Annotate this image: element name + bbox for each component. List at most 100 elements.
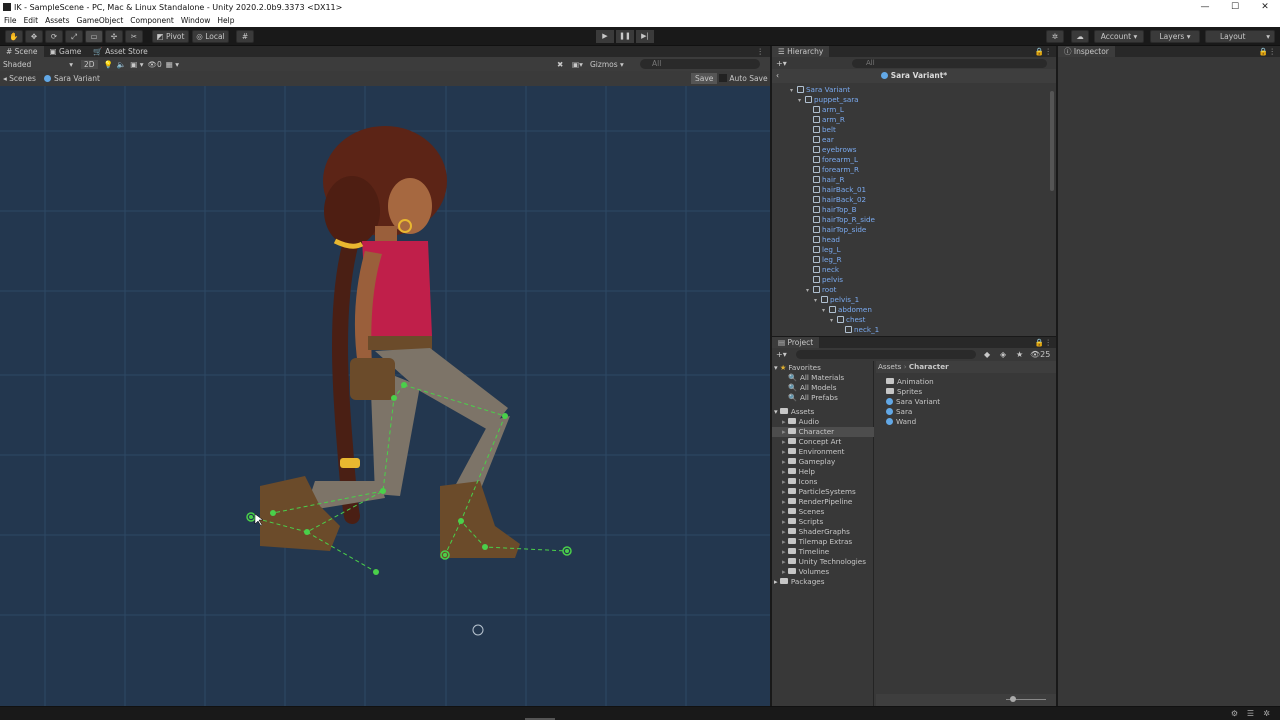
project-lock-icon[interactable]: 🔒 xyxy=(1035,338,1044,347)
project-folder[interactable]: ▸ Unity Technologies xyxy=(782,557,866,567)
collapse-arrow-icon[interactable]: ▸ xyxy=(782,457,786,466)
rect-tool-icon[interactable]: ▭ xyxy=(85,30,103,43)
expand-arrow-icon[interactable]: ▾ xyxy=(774,363,778,372)
collapse-arrow-icon[interactable]: ▸ xyxy=(782,537,786,546)
step-icon[interactable]: ▶| xyxy=(636,30,654,43)
close-icon[interactable]: ✕ xyxy=(1250,0,1280,15)
menu-gameobject[interactable]: GameObject xyxy=(77,15,124,27)
camera-icon[interactable]: ▣▾ xyxy=(572,60,583,69)
hierarchy-item[interactable]: ▾ Sara Variant xyxy=(790,85,850,95)
layers-dropdown[interactable]: Layers ▾ xyxy=(1150,30,1200,43)
asset-prefab[interactable]: Sara Variant xyxy=(886,397,940,407)
local-button[interactable]: ◎ Local xyxy=(192,30,229,43)
collapse-arrow-icon[interactable]: ▸ xyxy=(782,527,786,536)
hierarchy-item[interactable]: forearm_L xyxy=(806,155,858,165)
asset-folder[interactable]: Sprites xyxy=(886,387,922,397)
project-folder[interactable]: ▸ ShaderGraphs xyxy=(782,527,850,537)
grid-snap-icon[interactable]: # xyxy=(236,30,254,43)
tab-hierarchy[interactable]: ☰ Hierarchy xyxy=(772,46,830,57)
project-menu-icon[interactable]: ⋮ xyxy=(1045,338,1053,347)
collapse-arrow-icon[interactable]: ▸ xyxy=(782,507,786,516)
project-folder[interactable]: ▸ ParticleSystems xyxy=(782,487,856,497)
tab-project[interactable]: ▤ Project xyxy=(772,337,820,348)
project-folder[interactable]: ▸ Character xyxy=(772,427,874,437)
scene-search-input[interactable]: All xyxy=(640,59,760,69)
expand-arrow-icon[interactable]: ▾ xyxy=(830,316,837,326)
asset-prefab[interactable]: Sara xyxy=(886,407,912,417)
hierarchy-item[interactable]: hairTop_B xyxy=(806,205,857,215)
menu-edit[interactable]: Edit xyxy=(24,15,39,27)
project-folder[interactable]: ▸ Audio xyxy=(782,417,819,427)
hierarchy-item[interactable]: ear xyxy=(806,135,834,145)
collapse-arrow-icon[interactable]: ▸ xyxy=(782,417,786,426)
origin-gizmo[interactable] xyxy=(472,624,484,636)
hierarchy-item[interactable]: pelvis xyxy=(806,275,843,285)
collapse-arrow-icon[interactable]: ▸ xyxy=(782,487,786,496)
hidden-packages-icon[interactable]: 👁25 xyxy=(1030,350,1050,359)
project-search-input[interactable] xyxy=(796,349,976,359)
lock-icon[interactable]: 🔒 xyxy=(1035,47,1044,56)
hierarchy-item[interactable]: belt xyxy=(806,125,836,135)
hierarchy-item[interactable]: head xyxy=(806,235,840,245)
expand-arrow-icon[interactable]: ▾ xyxy=(790,86,797,96)
rotate-tool-icon[interactable]: ⟳ xyxy=(45,30,63,43)
hierarchy-item[interactable]: ▾ chest xyxy=(830,315,866,325)
pivot-button[interactable]: ◩ Pivot xyxy=(152,30,189,43)
collapse-arrow-icon[interactable]: ▸ xyxy=(782,517,786,526)
hierarchy-item[interactable]: leg_R xyxy=(806,255,842,265)
panel-menu-icon[interactable]: ⋮ xyxy=(757,47,765,56)
gizmos-dropdown[interactable]: Gizmos ▾ xyxy=(590,60,634,69)
hierarchy-scrollbar[interactable] xyxy=(1050,91,1054,191)
collab-icon[interactable]: ✲ xyxy=(1046,30,1064,43)
hierarchy-item[interactable]: hairTop_side xyxy=(806,225,866,235)
shading-dropdown[interactable]: Shaded ▾ xyxy=(3,60,73,69)
mode-2d-toggle[interactable]: 2D xyxy=(81,59,98,69)
path-character[interactable]: Character xyxy=(909,362,949,371)
project-folder[interactable]: ▸ Tilemap Extras xyxy=(782,537,852,547)
project-folder[interactable]: ▸ Icons xyxy=(782,477,817,487)
character-sprite[interactable] xyxy=(260,126,520,558)
pause-icon[interactable]: ❚❚ xyxy=(616,30,634,43)
scene-viewport[interactable] xyxy=(0,86,770,706)
create-icon[interactable]: +▾ xyxy=(776,59,787,68)
transform-tool-icon[interactable]: ✣ xyxy=(105,30,123,43)
asset-prefab[interactable]: Wand xyxy=(886,417,916,427)
hierarchy-item[interactable]: neck xyxy=(806,265,839,275)
menu-help[interactable]: Help xyxy=(217,15,234,27)
save-button[interactable]: Save xyxy=(691,73,718,84)
hierarchy-menu-icon[interactable]: ⋮ xyxy=(1045,47,1053,56)
hand-tool-icon[interactable]: ✋ xyxy=(5,30,23,43)
hierarchy-item[interactable]: hair_R xyxy=(806,175,845,185)
hierarchy-back-icon[interactable]: ‹ xyxy=(776,69,779,83)
hierarchy-item[interactable]: neck_1 xyxy=(838,325,879,335)
hierarchy-item[interactable]: hairBack_01 xyxy=(806,185,866,195)
hierarchy-search-input[interactable]: All xyxy=(852,58,1047,68)
collapse-arrow-icon[interactable]: ▸ xyxy=(782,437,786,446)
tab-game[interactable]: ▣ Game xyxy=(44,46,88,57)
favorite-item[interactable]: 🔍 All Materials xyxy=(788,373,844,383)
project-folder[interactable]: ▸ Volumes xyxy=(782,567,829,577)
tab-asset-store[interactable]: 🛒 Asset Store xyxy=(87,46,153,57)
hierarchy-item[interactable]: ▾ puppet_sara xyxy=(798,95,859,105)
autosave-checkbox[interactable] xyxy=(719,74,727,82)
hierarchy-item[interactable]: forearm_R xyxy=(806,165,859,175)
breadcrumb-object[interactable]: Sara Variant xyxy=(43,74,100,83)
scale-tool-icon[interactable]: ⤢ xyxy=(65,30,83,43)
expand-arrow-icon[interactable]: ▸ xyxy=(774,577,778,586)
menu-window[interactable]: Window xyxy=(181,15,211,27)
collapse-arrow-icon[interactable]: ▸ xyxy=(782,567,786,576)
expand-arrow-icon[interactable]: ▾ xyxy=(822,306,829,316)
tab-inspector[interactable]: ⓘ Inspector xyxy=(1058,46,1115,57)
assets-group[interactable]: ▾ Assets xyxy=(774,407,814,417)
effects-icon[interactable]: ▣ ▾ xyxy=(130,60,143,69)
hierarchy-item[interactable]: hairBack_02 xyxy=(806,195,866,205)
project-folder[interactable]: ▸ Scenes xyxy=(782,507,824,517)
tools-icon[interactable]: ✖ xyxy=(557,60,563,69)
filter-label-icon[interactable]: ◈ xyxy=(1000,350,1006,359)
project-folder[interactable]: ▸ Scripts xyxy=(782,517,823,527)
hierarchy-item[interactable]: ▾ abdomen xyxy=(822,305,872,315)
collapse-arrow-icon[interactable]: ▸ xyxy=(782,447,786,456)
favorite-star-icon[interactable]: ★ xyxy=(1016,350,1023,359)
collapse-arrow-icon[interactable]: ▸ xyxy=(782,477,786,486)
minimize-icon[interactable]: — xyxy=(1190,0,1220,15)
